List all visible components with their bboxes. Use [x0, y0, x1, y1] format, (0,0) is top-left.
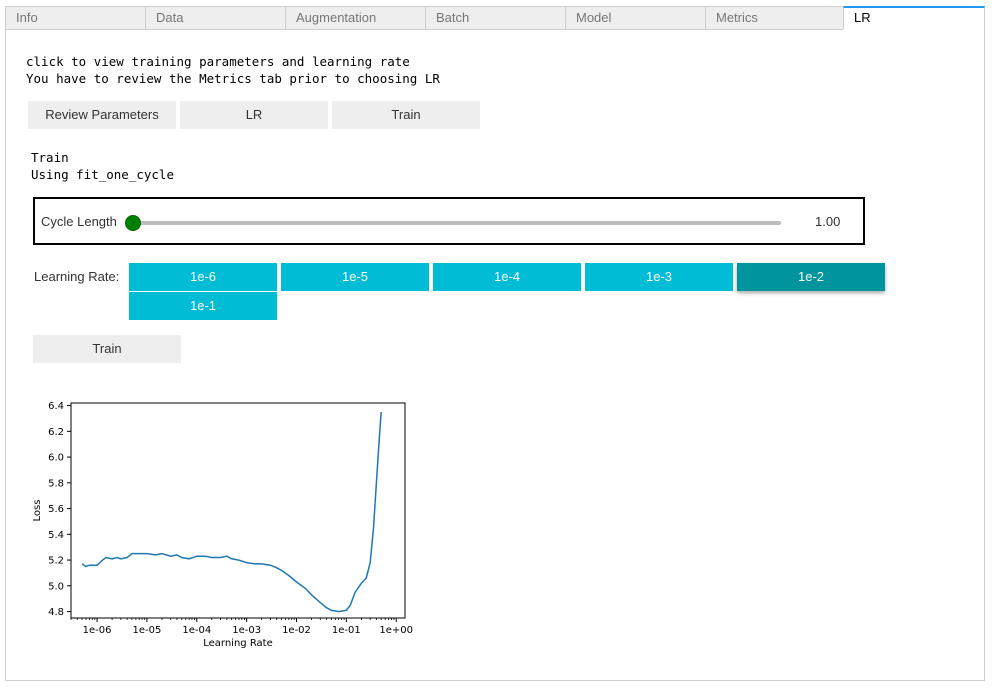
- intro-line-2: You have to review the Metrics tab prior…: [26, 71, 440, 86]
- x-tick-label: 1e+00: [379, 625, 413, 636]
- tab-label: LR: [854, 10, 871, 25]
- x-axis-label: Learning Rate: [203, 638, 273, 649]
- y-axis-label: Loss: [32, 500, 43, 522]
- tab-model[interactable]: Model: [565, 6, 706, 30]
- y-tick-label: 6.4: [48, 401, 64, 412]
- cycle-length-handle[interactable]: [125, 215, 141, 231]
- cycle-length-box: Cycle Length 1.00: [33, 197, 865, 245]
- lr-option-1e-4[interactable]: 1e-4: [433, 263, 581, 291]
- y-tick-label: 5.0: [48, 581, 64, 592]
- learning-rate-label: Learning Rate:: [34, 269, 120, 284]
- lr-button[interactable]: LR: [180, 101, 328, 129]
- tab-data[interactable]: Data: [145, 6, 286, 30]
- lr-option-1e-3[interactable]: 1e-3: [585, 263, 733, 291]
- y-tick-label: 5.6: [48, 504, 64, 515]
- train-top-button[interactable]: Train: [332, 101, 480, 129]
- tab-label: Augmentation: [296, 10, 377, 25]
- lr-finder-chart: 4.8 5.0 5.2 5.4 5.6 5.8 6.0 6.2 6.4 1e-06 1e-05 1e-…: [32, 401, 413, 649]
- cycle-length-track[interactable]: [131, 221, 781, 225]
- tab-label: Info: [16, 10, 38, 25]
- review-parameters-button[interactable]: Review Parameters: [28, 101, 176, 129]
- cycle-length-value: 1.00: [815, 214, 841, 229]
- y-tick-label: 5.4: [48, 530, 64, 541]
- tab-info[interactable]: Info: [5, 6, 146, 30]
- train-button[interactable]: Train: [33, 335, 181, 363]
- tab-label: Model: [576, 10, 612, 25]
- lr-option-1e-1[interactable]: 1e-1: [129, 292, 277, 320]
- x-tick-label: 1e-01: [332, 625, 361, 636]
- tab-label: Data: [156, 10, 184, 25]
- tab-augmentation[interactable]: Augmentation: [285, 6, 426, 30]
- panel-divider: [5, 29, 843, 30]
- tab-label: Metrics: [716, 10, 758, 25]
- plot-frame: [70, 402, 406, 619]
- tab-metrics[interactable]: Metrics: [705, 6, 844, 30]
- lr-option-1e-2[interactable]: 1e-2: [737, 263, 885, 291]
- status-line-1: Train: [31, 150, 69, 165]
- y-tick-label: 5.2: [48, 556, 64, 567]
- y-tick-label: 6.0: [48, 453, 64, 464]
- y-tick-label: 4.8: [48, 607, 64, 618]
- x-tick-label: 1e-02: [282, 625, 311, 636]
- status-line-2: Using fit_one_cycle: [31, 167, 174, 182]
- tab-bar: Info Data Augmentation Batch Model Metri…: [5, 6, 985, 32]
- cycle-length-label: Cycle Length: [41, 214, 117, 229]
- x-tick-label: 1e-06: [83, 625, 112, 636]
- lr-option-1e-6[interactable]: 1e-6: [129, 263, 277, 291]
- x-tick-label: 1e-04: [182, 625, 211, 636]
- intro-line-1: click to view training parameters and le…: [26, 54, 410, 69]
- x-tick-label: 1e-03: [232, 625, 261, 636]
- y-tick-label: 6.2: [48, 427, 64, 438]
- tab-label: Batch: [436, 10, 470, 25]
- x-tick-label: 1e-05: [132, 625, 161, 636]
- lr-option-1e-5[interactable]: 1e-5: [281, 263, 429, 291]
- tab-batch[interactable]: Batch: [425, 6, 566, 30]
- y-tick-label: 5.8: [48, 478, 64, 489]
